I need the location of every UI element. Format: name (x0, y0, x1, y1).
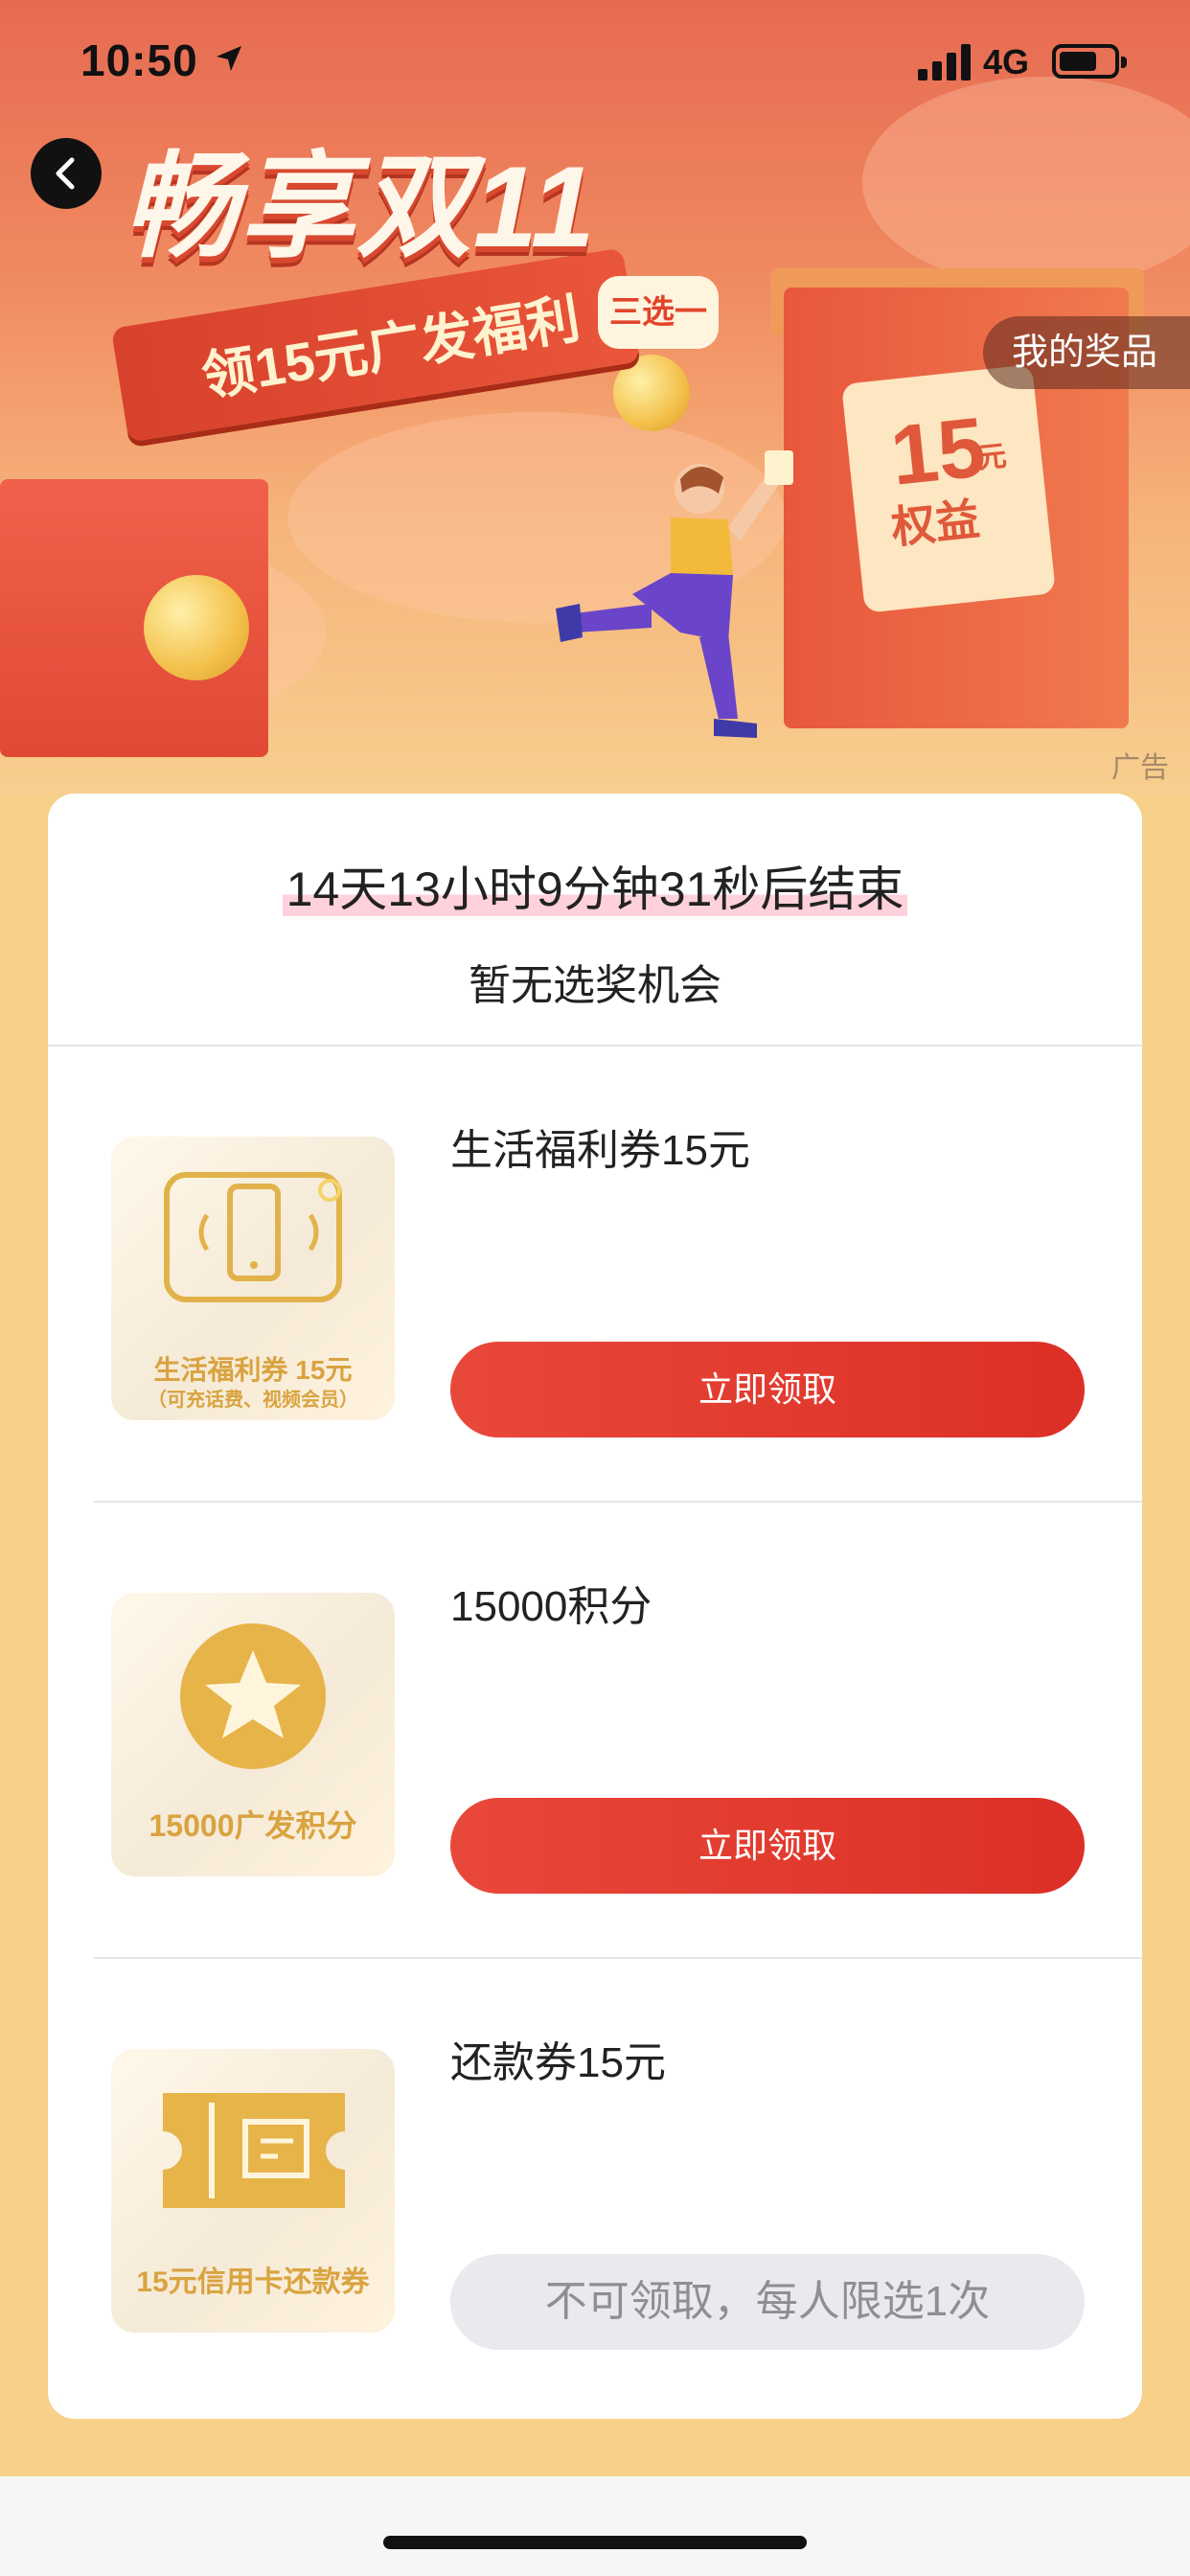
life-voucher-thumbnail: 生活福利券 15元 （可充话费、视频会员） (111, 1137, 395, 1420)
gift-card-unit: 元 (975, 440, 1009, 475)
gift-card-word: 权益 (888, 494, 982, 553)
phone-ticket-icon (164, 1172, 342, 1302)
divider (48, 1045, 1142, 1046)
coin-icon (144, 575, 249, 680)
claim-button[interactable]: 立即领取 (450, 1798, 1085, 1894)
no-chance-text: 暂无选奖机会 (469, 962, 721, 1009)
thumb-label: 15元信用卡还款券 (136, 2266, 370, 2298)
claim-button[interactable]: 立即领取 (450, 1342, 1085, 1438)
location-arrow-icon (217, 46, 241, 71)
back-button[interactable] (31, 138, 102, 209)
repayment-ticket-icon (163, 2093, 345, 2208)
reward-title: 还款券15元 (450, 2039, 666, 2086)
countdown-text: 14天13小时9分钟31秒后结束 (282, 862, 908, 916)
claim-disabled-button[interactable]: 不可领取，每人限选1次 (450, 2254, 1085, 2350)
network-type: 4G (983, 42, 1030, 81)
promo-banner: 15 元 权益 领15元广发福利 畅享双11 三选一 广告 (0, 0, 1190, 795)
repayment-voucher-thumbnail: 15元信用卡还款券 (111, 2049, 395, 2333)
thumb-label: 生活福利券 15元 (153, 1355, 353, 1385)
banner-title: 畅享双11 (123, 143, 597, 271)
reward-title: 15000积分 (450, 1583, 652, 1630)
thumb-label: 15000广发积分 (149, 1808, 357, 1843)
running-girl-illustration (556, 450, 793, 738)
cellular-signal-icon (918, 44, 971, 80)
my-prizes-button[interactable]: 我的奖品 (983, 316, 1190, 389)
divider (94, 1957, 1142, 1959)
divider (94, 1501, 1142, 1503)
countdown-timer: 14天13小时9分钟31秒后结束 (0, 851, 1190, 920)
battery-icon (1052, 44, 1127, 79)
points-thumbnail: 15000广发积分 (111, 1593, 395, 1876)
star-icon (180, 1623, 326, 1769)
bottom-bar (0, 2476, 1190, 2576)
reward-title: 生活福利券15元 (450, 1127, 750, 1174)
choose-one-tag: 三选一 (598, 276, 719, 349)
coin-icon (613, 355, 690, 431)
status-time: 10:50 (80, 35, 198, 85)
cloud-decoration (862, 77, 1190, 288)
home-indicator[interactable] (383, 2536, 807, 2549)
ad-label: 广告 (1111, 752, 1169, 784)
chevron-left-icon (56, 157, 75, 190)
thumb-sublabel: （可充话费、视频会员） (148, 1390, 358, 1411)
